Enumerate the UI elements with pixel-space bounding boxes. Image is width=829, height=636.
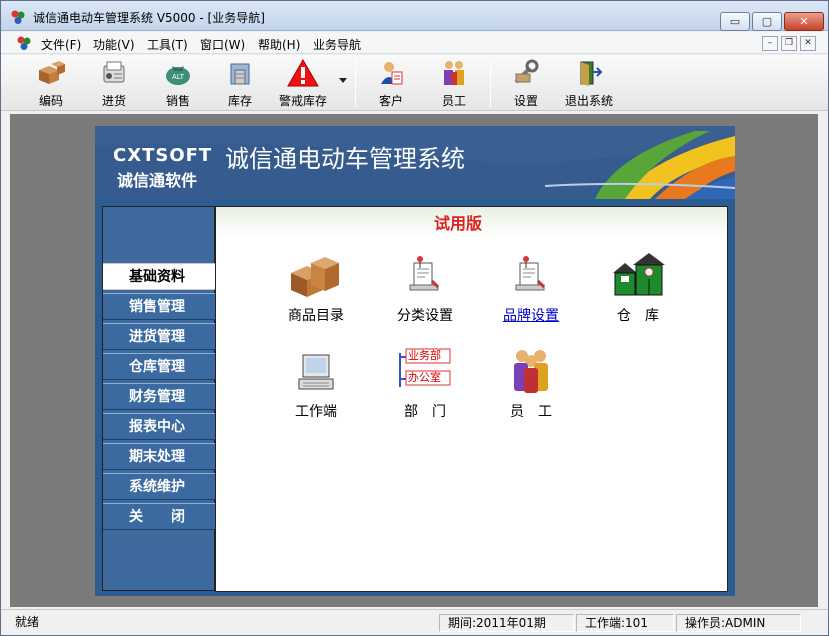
brand-settings-icon <box>515 256 546 291</box>
item-label[interactable]: 品牌设置 <box>486 305 576 325</box>
nav-item-sales[interactable]: 销售管理 <box>103 293 215 320</box>
warehouse-houses-icon <box>613 253 665 296</box>
brand-logo-en: CXTSOFT <box>113 145 213 166</box>
dept-node-business: 业务部 <box>408 349 441 362</box>
toolbar-exit-label: 退出系统 <box>564 94 613 108</box>
customer-icon <box>381 62 403 85</box>
toolbar-customer-button[interactable]: 客户 <box>361 58 421 108</box>
item-workstation[interactable]: 工作端 <box>271 347 361 421</box>
toolbar-code-label: 编码 <box>38 94 63 108</box>
svg-text:ALT: ALT <box>172 73 185 81</box>
window-title: 诚信通电动车管理系统 V5000 - [业务导航] <box>33 11 265 25</box>
toolbar-settings-button[interactable]: 设置 <box>496 58 556 108</box>
item-label: 部 门 <box>404 404 446 420</box>
nav-item-close[interactable]: 关 闭 <box>103 503 215 530</box>
item-label: 商品目录 <box>288 308 344 324</box>
close-button[interactable]: ✕ <box>784 12 824 31</box>
app-window: 诚信通电动车管理系统 V5000 - [业务导航] ▭ ▢ ✕ 文件(F) 功能… <box>0 0 829 636</box>
title-bar[interactable]: 诚信通电动车管理系统 V5000 - [业务导航] ▭ ▢ ✕ <box>1 1 828 31</box>
menu-function[interactable]: 功能(V) <box>93 36 135 53</box>
item-category-settings[interactable]: 分类设置 <box>380 251 470 325</box>
toolbar-exit-button[interactable]: 退出系统 <box>559 58 619 108</box>
money-bag-icon: ALT <box>166 66 190 85</box>
menu-window[interactable]: 窗口(W) <box>200 36 245 53</box>
business-nav-panel: CXTSOFT 诚信通软件 诚信通电动车管理系统 基础资料 销售管理 进货管理 … <box>95 126 735 596</box>
item-brand-settings[interactable]: 品牌设置 <box>486 251 576 325</box>
category-settings-icon <box>409 256 440 291</box>
tools-icon <box>514 59 539 84</box>
item-label: 分类设置 <box>397 308 453 324</box>
product-catalog-icon <box>291 257 339 297</box>
stock-in-icon <box>103 61 125 83</box>
boxes-icon <box>39 61 65 84</box>
trial-edition-label: 试用版 <box>434 214 483 233</box>
brand-logo-cn: 诚信通软件 <box>117 171 198 190</box>
mdi-restore-button[interactable]: ❐ <box>781 36 797 51</box>
toolbar-settings-label: 设置 <box>513 94 538 108</box>
status-period: 期间:2011年01期 <box>439 614 574 632</box>
toolbar-separator <box>490 59 491 107</box>
item-label: 员 工 <box>510 404 552 420</box>
menu-tools[interactable]: 工具(T) <box>147 36 188 53</box>
employees-icon <box>514 350 548 393</box>
menu-business-nav[interactable]: 业务导航 <box>313 36 361 53</box>
exit-door-icon <box>580 61 603 86</box>
dept-node-office: 办公室 <box>408 371 441 384</box>
mdi-close-button[interactable]: ✕ <box>800 36 816 51</box>
toolbar-alert-stock-label: 警戒库存 <box>278 94 327 108</box>
toolbar-sales-button[interactable]: ALT 销售 <box>148 58 208 108</box>
department-icon: 业务部 办公室 <box>396 347 454 397</box>
toolbar-separator <box>355 59 356 107</box>
status-bar: 就绪 期间:2011年01期 工作端:101 操作员:ADMIN <box>1 609 828 635</box>
content-panel: 试用版 商品目录 分类设置 品牌设置 仓 库 工作端 业务部 办公室 部 门 员… <box>215 206 728 592</box>
toolbar-staff-button[interactable]: 员工 <box>424 58 484 108</box>
toolbar-inventory-button[interactable]: 库存 <box>210 58 270 108</box>
nav-item-warehouse[interactable]: 仓库管理 <box>103 353 215 380</box>
child-window-icon[interactable] <box>16 35 32 51</box>
warning-icon <box>287 58 319 87</box>
mdi-minimize-button[interactable]: – <box>762 36 778 51</box>
toolbar-sales-label: 销售 <box>165 94 190 108</box>
close-icon: ✕ <box>799 15 809 28</box>
toolbar-staff-label: 员工 <box>441 94 466 108</box>
left-nav: 基础资料 销售管理 进货管理 仓库管理 财务管理 报表中心 期末处理 系统维护 … <box>102 206 215 591</box>
status-ready: 就绪 <box>15 615 40 629</box>
item-label: 仓 库 <box>617 308 659 324</box>
toolbar: 编码 进货 ALT 销售 库存 警戒库存 客户 员工 设置 退出系统 <box>1 55 828 111</box>
item-department[interactable]: 业务部 办公室 部 门 <box>380 347 470 421</box>
toolbar-inventory-label: 库存 <box>227 94 252 108</box>
toolbar-stock-in-button[interactable]: 进货 <box>84 58 144 108</box>
item-product-catalog[interactable]: 商品目录 <box>271 251 361 325</box>
maximize-icon: ▢ <box>761 15 773 28</box>
toolbar-code-button[interactable]: 编码 <box>21 58 81 108</box>
toolbar-stock-in-label: 进货 <box>101 94 126 108</box>
item-employees[interactable]: 员 工 <box>486 347 576 421</box>
nav-item-finance[interactable]: 财务管理 <box>103 383 215 410</box>
app-icon <box>11 10 25 24</box>
workstation-icon <box>298 354 334 390</box>
nav-item-basic-data[interactable]: 基础资料 <box>103 263 215 290</box>
toolbar-alert-stock-button[interactable]: 警戒库存 <box>273 58 333 108</box>
header-banner: CXTSOFT 诚信通软件 诚信通电动车管理系统 <box>95 126 735 199</box>
item-label: 工作端 <box>295 404 337 420</box>
nav-item-reports[interactable]: 报表中心 <box>103 413 215 440</box>
menu-bar: 文件(F) 功能(V) 工具(T) 窗口(W) 帮助(H) 业务导航 – ❐ ✕ <box>1 32 828 54</box>
menu-file[interactable]: 文件(F) <box>41 36 81 53</box>
staff-icon <box>444 61 464 85</box>
system-title: 诚信通电动车管理系统 <box>225 145 465 173</box>
warehouse-icon <box>230 63 250 85</box>
dropdown-arrow-icon[interactable] <box>338 77 348 85</box>
mdi-client-area: CXTSOFT 诚信通软件 诚信通电动车管理系统 基础资料 销售管理 进货管理 … <box>10 114 818 607</box>
nav-item-purchase[interactable]: 进货管理 <box>103 323 215 350</box>
menu-help[interactable]: 帮助(H) <box>258 36 300 53</box>
minimize-button[interactable]: ▭ <box>720 12 750 31</box>
nav-item-period-end[interactable]: 期末处理 <box>103 443 215 470</box>
status-workstation: 工作端:101 <box>576 614 674 632</box>
item-warehouse[interactable]: 仓 库 <box>593 251 683 325</box>
minimize-icon: ▭ <box>729 15 741 28</box>
status-operator: 操作员:ADMIN <box>676 614 801 632</box>
toolbar-customer-label: 客户 <box>378 94 403 108</box>
nav-item-maintenance[interactable]: 系统维护 <box>103 473 215 500</box>
maximize-button[interactable]: ▢ <box>752 12 782 31</box>
